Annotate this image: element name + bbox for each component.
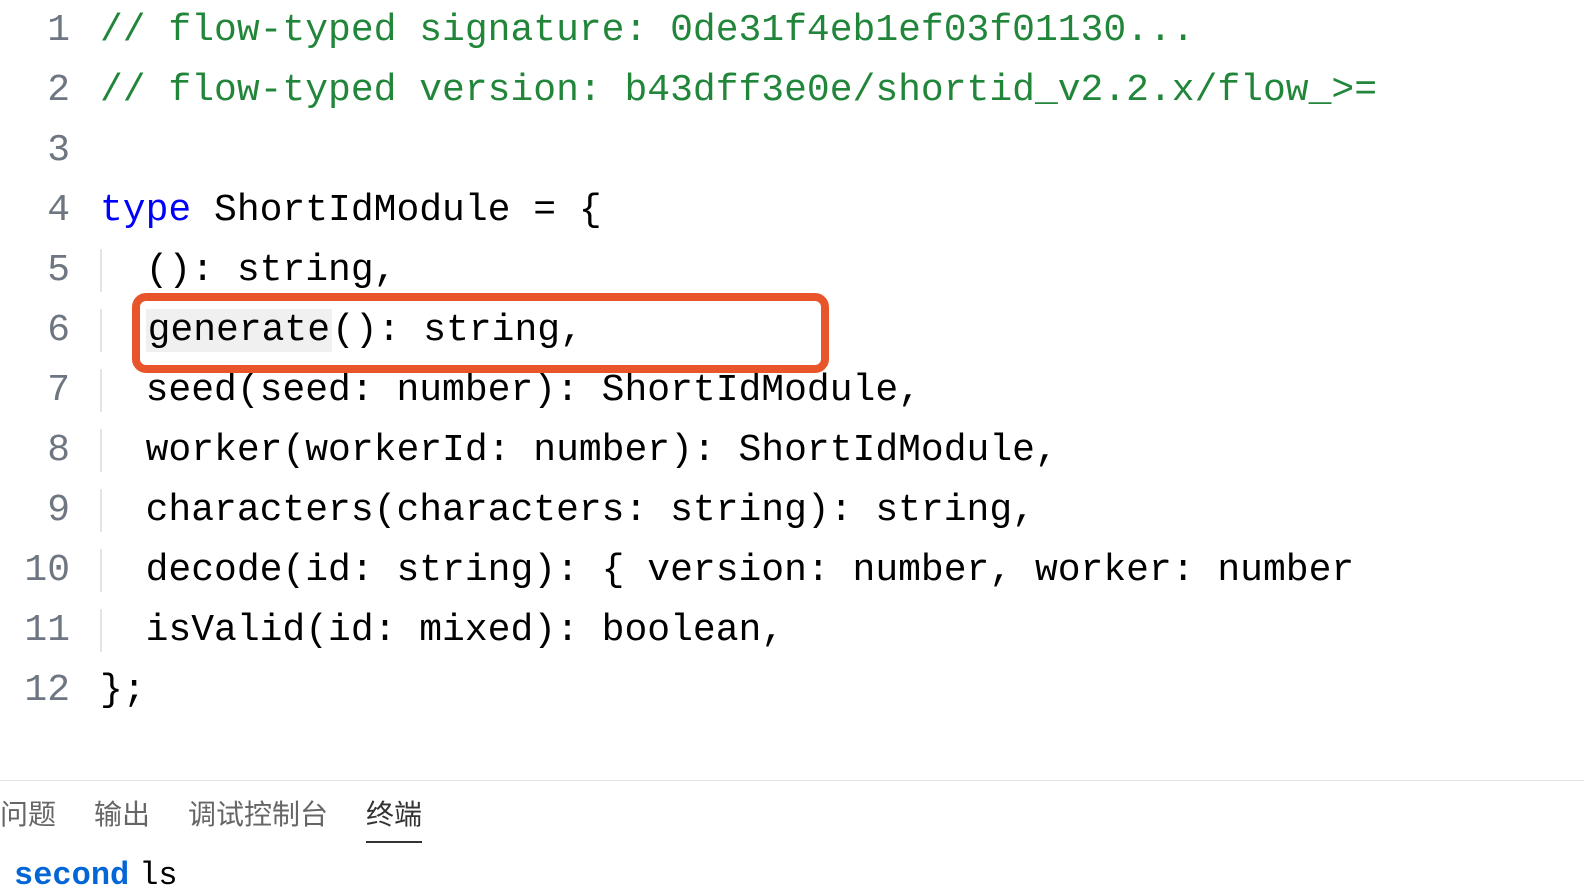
panel-tab[interactable]: 调试控制台 [188, 779, 328, 847]
code-token: generate [146, 309, 332, 352]
line-number: 10 [0, 549, 100, 592]
indent-guide [100, 369, 102, 412]
editor-root: 1// flow-typed signature: 0de31f4eb1ef03… [0, 0, 1584, 894]
panel-tab[interactable]: 问题 [0, 779, 56, 847]
indent-guide [100, 429, 102, 472]
panel-tabs: 问题输出调试控制台终端 [0, 781, 1584, 845]
code-token: (): string, [100, 249, 396, 292]
code-line[interactable]: 1// flow-typed signature: 0de31f4eb1ef03… [0, 0, 1584, 60]
code-token: // flow-typed signature: 0de31f4eb1ef03f… [100, 9, 1195, 52]
line-content[interactable]: (): string, [100, 249, 1584, 292]
code-token: (): string, [332, 309, 583, 352]
line-number: 8 [0, 429, 100, 472]
line-content[interactable]: // flow-typed version: b43dff3e0e/shorti… [100, 69, 1584, 112]
code-editor[interactable]: 1// flow-typed signature: 0de31f4eb1ef03… [0, 0, 1584, 780]
panel-tab[interactable]: 终端 [366, 779, 422, 847]
bottom-panel: 问题输出调试控制台终端 second ls [0, 780, 1584, 894]
code-line[interactable]: 11 isValid(id: mixed): boolean, [0, 600, 1584, 660]
code-line[interactable]: 3 [0, 120, 1584, 180]
terminal-command: ls [139, 857, 177, 894]
code-token [100, 309, 146, 352]
code-token: // flow-typed version: b43dff3e0e/shorti… [100, 69, 1377, 112]
code-line[interactable]: 8 worker(workerId: number): ShortIdModul… [0, 420, 1584, 480]
terminal-output[interactable]: second ls [0, 845, 1584, 894]
panel-tab[interactable]: 输出 [94, 779, 150, 847]
indent-guide [100, 609, 102, 652]
code-line[interactable]: 5 (): string, [0, 240, 1584, 300]
code-line[interactable]: 7 seed(seed: number): ShortIdModule, [0, 360, 1584, 420]
line-number: 6 [0, 309, 100, 352]
line-content[interactable]: worker(workerId: number): ShortIdModule, [100, 429, 1584, 472]
line-content[interactable]: type ShortIdModule = { [100, 189, 1584, 232]
indent-guide [100, 249, 102, 292]
line-number: 12 [0, 669, 100, 712]
line-number: 9 [0, 489, 100, 532]
code-token: isValid(id: mixed): boolean, [100, 609, 784, 652]
line-number: 5 [0, 249, 100, 292]
code-line[interactable]: 10 decode(id: string): { version: number… [0, 540, 1584, 600]
code-token: type [100, 189, 191, 232]
line-number: 7 [0, 369, 100, 412]
code-token: decode(id: string): { version: number, w… [100, 549, 1354, 592]
line-number: 11 [0, 609, 100, 652]
code-line[interactable]: 9 characters(characters: string): string… [0, 480, 1584, 540]
indent-guide [100, 309, 102, 352]
line-content[interactable]: isValid(id: mixed): boolean, [100, 609, 1584, 652]
code-token: }; [100, 669, 146, 712]
line-number: 1 [0, 9, 100, 52]
line-content[interactable]: characters(characters: string): string, [100, 489, 1584, 532]
line-content[interactable]: }; [100, 669, 1584, 712]
code-token: characters(characters: string): string, [100, 489, 1035, 532]
code-line[interactable]: 4type ShortIdModule = { [0, 180, 1584, 240]
code-token: worker(workerId: number): ShortIdModule, [100, 429, 1058, 472]
line-number: 3 [0, 129, 100, 172]
terminal-prompt: second [14, 857, 129, 894]
line-content[interactable]: generate(): string, [100, 309, 1584, 352]
line-content[interactable]: decode(id: string): { version: number, w… [100, 549, 1584, 592]
line-content[interactable]: // flow-typed signature: 0de31f4eb1ef03f… [100, 9, 1584, 52]
code-token: seed(seed: number): ShortIdModule, [100, 369, 921, 412]
code-line[interactable]: 2// flow-typed version: b43dff3e0e/short… [0, 60, 1584, 120]
line-content[interactable]: seed(seed: number): ShortIdModule, [100, 369, 1584, 412]
code-token: ShortIdModule = { [191, 189, 601, 232]
line-number: 4 [0, 189, 100, 232]
line-number: 2 [0, 69, 100, 112]
indent-guide [100, 489, 102, 532]
code-line[interactable]: 6 generate(): string, [0, 300, 1584, 360]
code-line[interactable]: 12}; [0, 660, 1584, 720]
indent-guide [100, 549, 102, 592]
